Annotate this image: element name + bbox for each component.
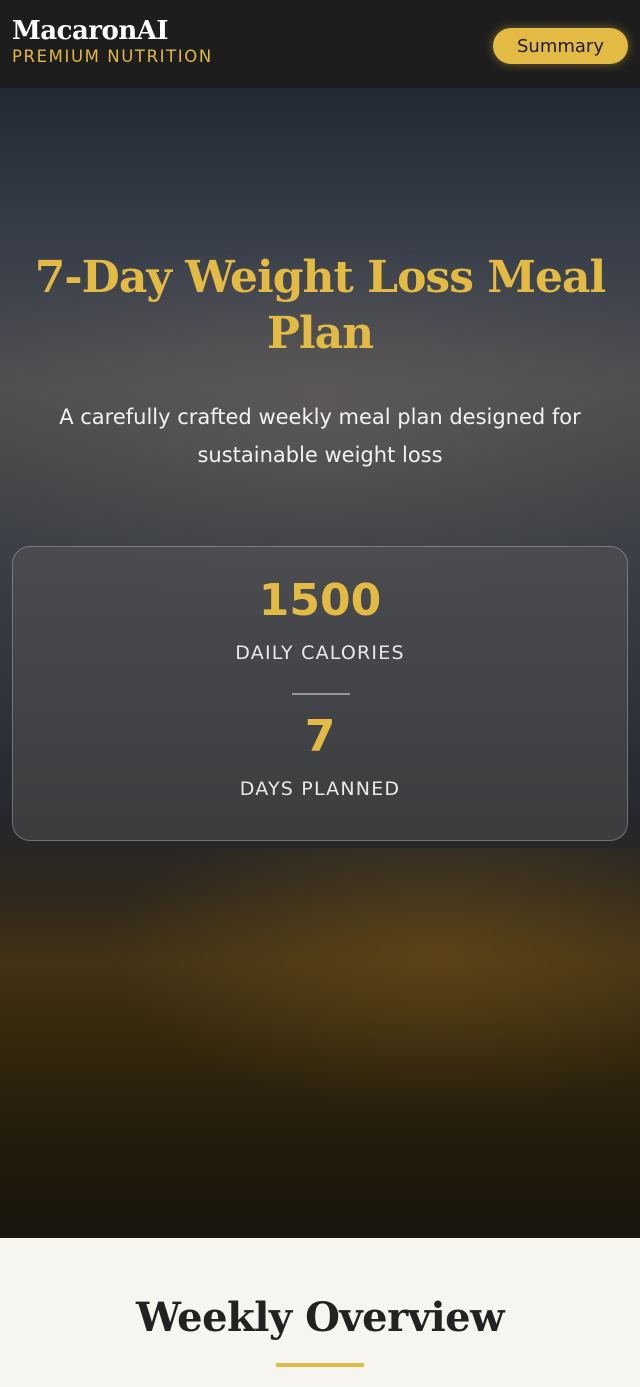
stats-divider <box>292 693 350 695</box>
weekly-overview-section: Weekly Overview <box>0 1238 640 1387</box>
brand-name[interactable]: MacaronAI <box>12 16 169 46</box>
daily-calories-value: 1500 <box>258 575 382 626</box>
summary-button[interactable]: Summary <box>493 28 628 64</box>
days-planned-value: 7 <box>304 711 336 762</box>
top-header: MacaronAI PREMIUM NUTRITION Summary <box>0 0 640 88</box>
hero-subtitle: A carefully crafted weekly meal plan des… <box>59 405 581 467</box>
weekly-overview-title: Weekly Overview <box>135 1294 505 1341</box>
title-underline <box>276 1363 364 1367</box>
days-planned-label: DAYS PLANNED <box>239 778 401 800</box>
stats-card: 1500 DAILY CALORIES 7 DAYS PLANNED <box>12 546 628 841</box>
brand-tagline: PREMIUM NUTRITION <box>12 47 213 66</box>
hero-section: 7-Day Weight Loss Meal Plan A carefully … <box>0 88 640 1238</box>
daily-calories-label: DAILY CALORIES <box>235 642 405 664</box>
hero-title: 7-Day Weight Loss Meal Plan <box>34 252 606 359</box>
